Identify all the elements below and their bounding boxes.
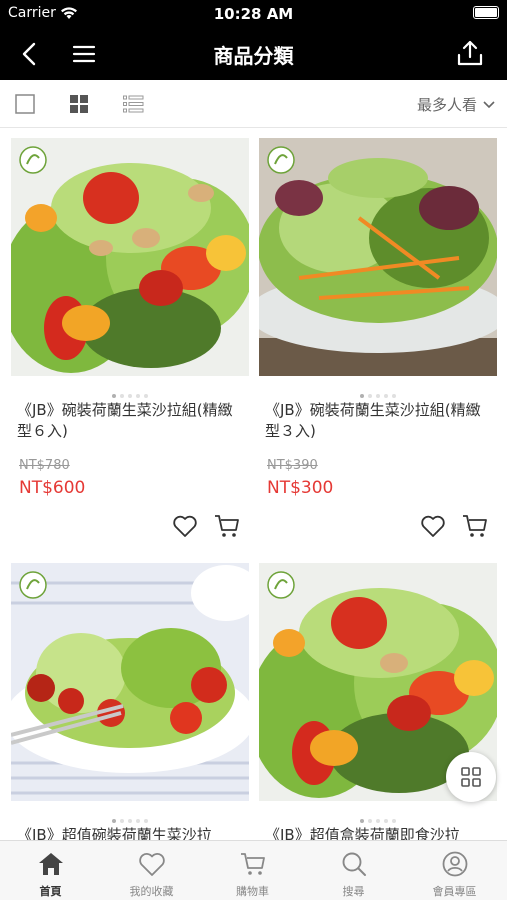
heart-icon[interactable] xyxy=(171,512,199,540)
tab-label: 搜尋 xyxy=(342,885,365,898)
bottom-tab-bar: 首頁 我的收藏 購物車 搜尋 會員專區 xyxy=(0,840,507,900)
tab-label: 會員專區 xyxy=(432,885,477,898)
app-screen: Carrier 10:28 AM 商品分類 最多人看 《JB》碗裝荷蘭生菜沙拉組… xyxy=(0,0,507,900)
product-image[interactable] xyxy=(259,138,497,376)
heart-icon[interactable] xyxy=(419,512,447,540)
member-icon xyxy=(442,851,468,877)
grid-icon[interactable] xyxy=(68,93,90,115)
tab-label: 購物車 xyxy=(236,885,269,898)
product-image[interactable] xyxy=(11,563,249,801)
sale-price: NT$300 xyxy=(267,478,334,498)
product-name[interactable]: 《JB》碗裝荷蘭生菜沙拉組(精緻型３入) xyxy=(265,400,491,442)
battery-icon xyxy=(473,6,499,19)
grid-icon xyxy=(461,767,481,787)
header: Carrier 10:28 AM 商品分類 xyxy=(0,0,507,80)
cart-icon[interactable] xyxy=(461,512,489,540)
original-price: NT$780 xyxy=(19,458,70,473)
nav-bar: 商品分類 xyxy=(0,28,507,80)
cart-icon[interactable] xyxy=(213,512,241,540)
single-view-icon[interactable] xyxy=(14,93,36,115)
sale-price: NT$600 xyxy=(19,478,86,498)
sort-dropdown[interactable]: 最多人看 xyxy=(417,94,495,115)
product-card[interactable]: 《JB》碗裝荷蘭生菜沙拉組(精緻型６入) NT$780 NT$600 xyxy=(11,138,249,538)
list-icon[interactable] xyxy=(122,93,144,115)
original-price: NT$390 xyxy=(267,458,318,473)
tab-home[interactable]: 首頁 xyxy=(0,841,101,900)
tab-cart[interactable]: 購物車 xyxy=(202,841,303,900)
product-name[interactable]: 《JB》碗裝荷蘭生菜沙拉組(精緻型６入) xyxy=(17,400,243,442)
chevron-down-icon xyxy=(483,100,495,108)
tab-favorites[interactable]: 我的收藏 xyxy=(101,841,202,900)
back-icon[interactable] xyxy=(16,40,44,68)
tab-label: 首頁 xyxy=(39,885,62,898)
category-fab-button[interactable] xyxy=(446,752,496,802)
tab-search[interactable]: 搜尋 xyxy=(303,841,404,900)
product-image[interactable] xyxy=(11,138,249,376)
heart-icon xyxy=(139,853,165,876)
product-card[interactable]: 《JB》超值碗裝荷蘭生菜沙拉 xyxy=(11,563,249,844)
menu-icon[interactable] xyxy=(70,40,98,68)
search-icon xyxy=(342,852,366,876)
tab-label: 我的收藏 xyxy=(129,885,174,898)
cart-icon xyxy=(241,853,265,875)
share-icon[interactable] xyxy=(455,38,485,68)
clock: 10:28 AM xyxy=(213,5,294,23)
tab-member[interactable]: 會員專區 xyxy=(404,841,505,900)
product-card[interactable]: 《JB》碗裝荷蘭生菜沙拉組(精緻型３入) NT$390 NT$300 xyxy=(259,138,497,538)
view-toolbar: 最多人看 xyxy=(0,80,507,128)
status-bar: Carrier 10:28 AM xyxy=(0,0,507,28)
home-icon xyxy=(39,853,63,875)
sort-label: 最多人看 xyxy=(416,96,477,114)
